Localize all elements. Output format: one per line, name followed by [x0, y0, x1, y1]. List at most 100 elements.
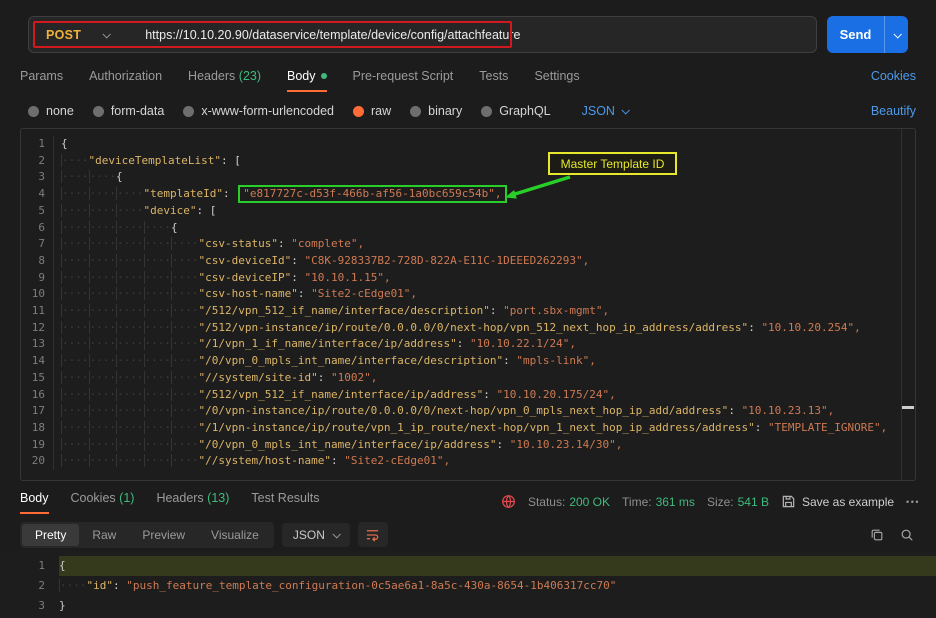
send-options-button[interactable] [884, 16, 908, 53]
view-preview[interactable]: Preview [129, 524, 198, 546]
line-number: 3 [21, 169, 54, 186]
code-line: 14····················"/0/vpn_0_mpls_int… [21, 353, 915, 370]
response-meta: Status:200 OK Time:361 ms Size:541 B Sav… [501, 494, 920, 514]
option-urlencoded[interactable]: x-www-form-urlencoded [183, 104, 334, 118]
search-icon[interactable] [900, 528, 914, 542]
wrap-lines-button[interactable] [358, 522, 388, 547]
body-modified-dot [321, 73, 327, 79]
method-label: POST [46, 28, 81, 42]
tab-settings[interactable]: Settings [534, 69, 579, 92]
line-number: 2 [21, 153, 54, 170]
response-format-selector[interactable]: JSON [282, 523, 350, 547]
raw-format-selector[interactable]: JSON [582, 104, 628, 118]
code-line: 1{ [21, 136, 915, 153]
radio-icon [28, 106, 39, 117]
response-toolbar-icons [870, 528, 916, 542]
copy-icon[interactable] [870, 528, 884, 542]
line-number: 14 [21, 353, 54, 370]
line-number: 6 [21, 220, 54, 237]
line-number: 13 [21, 336, 54, 353]
option-graphql[interactable]: GraphQL [481, 104, 550, 118]
radio-icon [183, 106, 194, 117]
code-line: 5············"device": [ [21, 203, 915, 220]
view-raw[interactable]: Raw [79, 524, 129, 546]
annotation-green-box: "e817727c-d53f-466b-af56-1a0bc659c54b", [238, 185, 506, 203]
tab-params[interactable]: Params [20, 69, 63, 92]
code-line: 4············"templateId": "e817727c-d53… [21, 186, 915, 203]
code-line: 3········{ [21, 169, 915, 186]
status-value: 200 OK [569, 495, 610, 509]
tab-body[interactable]: Body [287, 69, 327, 92]
line-number: 2 [0, 576, 53, 596]
editor-scrollbar[interactable] [901, 129, 915, 480]
radio-icon [93, 106, 104, 117]
line-number: 11 [21, 303, 54, 320]
view-visualize[interactable]: Visualize [198, 524, 272, 546]
response-tab-cookies[interactable]: Cookies (1) [71, 491, 135, 514]
more-options-button[interactable]: ••• [906, 497, 920, 507]
line-number: 3 [0, 596, 53, 616]
method-selector[interactable]: POST [29, 28, 123, 42]
response-body-code: 1{2····"id": "push_feature_template_conf… [0, 556, 936, 616]
line-number: 5 [21, 203, 54, 220]
line-number: 18 [21, 420, 54, 437]
line-number: 20 [21, 453, 54, 470]
option-raw[interactable]: raw [353, 104, 391, 118]
tab-pre-request-script[interactable]: Pre-request Script [353, 69, 454, 92]
radio-selected-icon [353, 106, 364, 117]
cookies-link[interactable]: Cookies [871, 69, 916, 92]
code-line: 8····················"csv-deviceId": "C8… [21, 253, 915, 270]
line-number: 17 [21, 403, 54, 420]
line-number: 12 [21, 320, 54, 337]
wrap-text-icon [365, 527, 380, 542]
chevron-down-icon [893, 30, 901, 38]
code-line: 18····················"/1/vpn-instance/i… [21, 420, 915, 437]
tab-tests[interactable]: Tests [479, 69, 508, 92]
url-input[interactable]: https://10.10.20.90/dataservice/template… [123, 28, 520, 42]
body-type-options: none form-data x-www-form-urlencoded raw… [28, 100, 916, 122]
line-number: 16 [21, 387, 54, 404]
response-tab-test-results[interactable]: Test Results [251, 491, 319, 514]
code-line: 1{ [0, 556, 936, 576]
status-indicator: Status:200 OK [528, 495, 610, 509]
request-body-code: 1{2····"deviceTemplateList": [3········{… [21, 136, 915, 470]
beautify-link[interactable]: Beautify [871, 104, 916, 118]
chevron-down-icon [621, 106, 629, 114]
request-bar: POST https://10.10.20.90/dataservice/tem… [28, 16, 908, 53]
response-body-editor[interactable]: 1{2····"id": "push_feature_template_conf… [0, 551, 936, 618]
tab-headers[interactable]: Headers (23) [188, 69, 261, 92]
option-none[interactable]: none [28, 104, 74, 118]
view-mode-group: Pretty Raw Preview Visualize [20, 522, 274, 548]
code-line: 20····················"//system/host-nam… [21, 453, 915, 470]
radio-icon [410, 106, 421, 117]
option-binary[interactable]: binary [410, 104, 462, 118]
view-pretty[interactable]: Pretty [22, 524, 79, 546]
request-tabs: Params Authorization Headers (23) Body P… [20, 63, 916, 92]
size-indicator: Size:541 B [707, 495, 769, 509]
ssl-warning-globe-icon [501, 494, 516, 509]
code-line: 6················{ [21, 220, 915, 237]
chevron-down-icon [332, 530, 340, 538]
chevron-down-icon [103, 30, 111, 38]
line-number: 19 [21, 437, 54, 454]
time-indicator: Time:361 ms [622, 495, 695, 509]
tab-authorization[interactable]: Authorization [89, 69, 162, 92]
response-tab-headers[interactable]: Headers (13) [156, 491, 229, 514]
save-as-example-button[interactable]: Save as example [781, 494, 894, 509]
line-number: 1 [0, 556, 53, 576]
radio-icon [481, 106, 492, 117]
response-headers-count-badge: (13) [207, 491, 229, 505]
code-line: 3} [0, 596, 936, 616]
request-body-editor[interactable]: 1{2····"deviceTemplateList": [3········{… [20, 128, 916, 481]
code-line: 19····················"/0/vpn_0_mpls_int… [21, 437, 915, 454]
code-line: 9····················"csv-deviceIP": "10… [21, 270, 915, 287]
send-button[interactable]: Send [827, 16, 884, 53]
line-number: 4 [21, 186, 54, 203]
response-tab-body[interactable]: Body [20, 491, 49, 514]
send-button-group: Send [827, 16, 908, 53]
line-number: 15 [21, 370, 54, 387]
code-line: 2····"id": "push_feature_template_config… [0, 576, 936, 596]
option-form-data[interactable]: form-data [93, 104, 165, 118]
code-line: 13····················"/1/vpn_1_if_name/… [21, 336, 915, 353]
line-number: 1 [21, 136, 54, 153]
